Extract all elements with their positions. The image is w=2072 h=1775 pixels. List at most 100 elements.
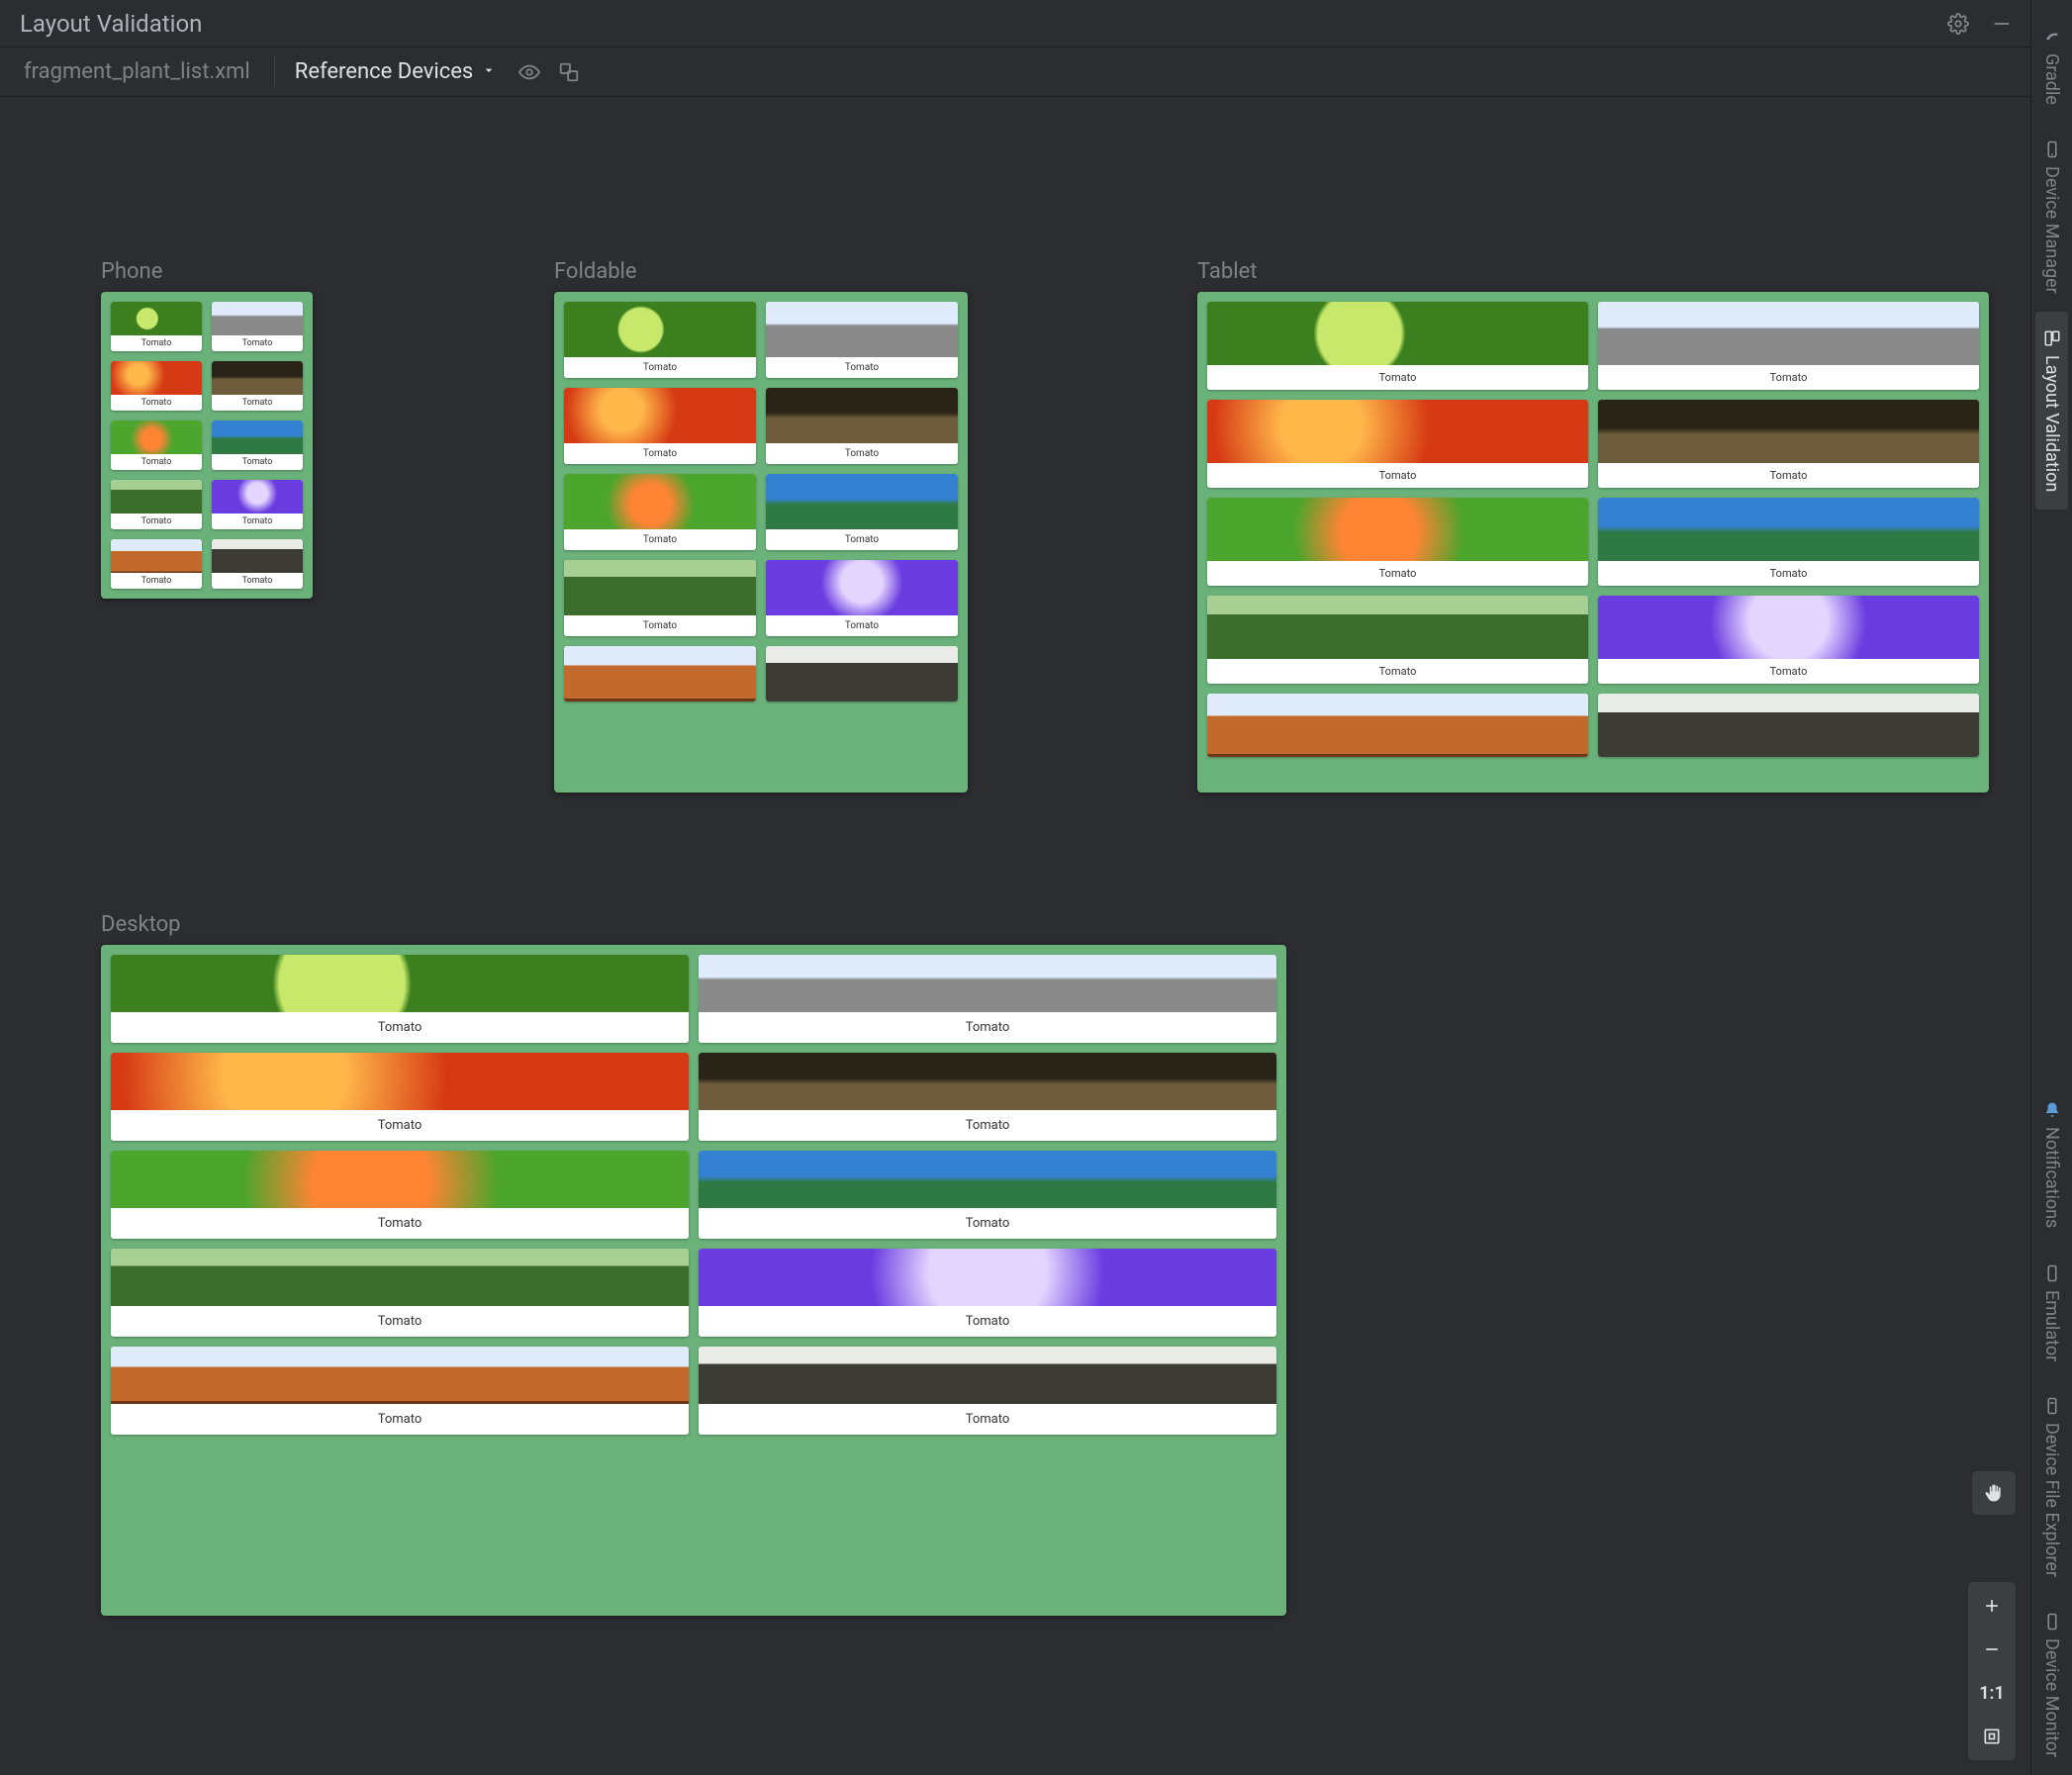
list-item[interactable]: Tomato bbox=[212, 302, 303, 351]
thumbnail bbox=[699, 955, 1276, 1012]
device-frame-phone[interactable]: TomatoTomatoTomatoTomatoTomatoTomatoToma… bbox=[101, 292, 313, 599]
thumbnail bbox=[111, 1249, 689, 1306]
preview-canvas[interactable]: Phone TomatoTomatoTomatoTomatoTomatoToma… bbox=[0, 97, 2030, 1775]
device-frame-tablet[interactable]: TomatoTomatoTomatoTomatoTomatoTomatoToma… bbox=[1197, 292, 1989, 793]
list-item[interactable]: Tomato bbox=[212, 361, 303, 411]
list-item[interactable]: Tomato bbox=[766, 646, 958, 701]
rail-device-manager[interactable]: Device Manager bbox=[2035, 123, 2068, 312]
item-label: Tomato bbox=[111, 514, 202, 529]
reference-devices-dropdown[interactable]: Reference Devices bbox=[289, 55, 504, 88]
list-item[interactable]: Tomato bbox=[111, 302, 202, 351]
list-item[interactable]: Tomato bbox=[1598, 498, 1979, 586]
rail-emulator[interactable]: Emulator bbox=[2035, 1247, 2068, 1379]
zoom-1to1-button[interactable]: 1:1 bbox=[1974, 1675, 2010, 1711]
thumbnail bbox=[111, 539, 202, 573]
rail-device-monitor[interactable]: Device Monitor bbox=[2035, 1595, 2068, 1775]
list-item[interactable]: Tomato bbox=[111, 955, 689, 1043]
item-label: Tomato bbox=[564, 357, 756, 378]
list-item[interactable]: Tomato bbox=[111, 361, 202, 411]
item-label: Tomato bbox=[699, 1012, 1276, 1043]
item-label: Tomato bbox=[1598, 365, 1979, 390]
rail-layout-validation[interactable]: Layout Validation bbox=[2035, 312, 2068, 510]
list-item[interactable]: Tomato bbox=[111, 420, 202, 470]
thumbnail bbox=[111, 480, 202, 514]
pan-tool[interactable] bbox=[1971, 1470, 2017, 1516]
emulator-icon bbox=[2043, 1264, 2061, 1282]
list-item[interactable]: Tomato bbox=[212, 539, 303, 589]
item-label: Tomato bbox=[1598, 659, 1979, 684]
thumbnail bbox=[564, 302, 756, 357]
list-item[interactable]: Tomato bbox=[564, 560, 756, 636]
list-item[interactable]: Tomato bbox=[111, 1151, 689, 1239]
list-item[interactable]: Tomato bbox=[1207, 302, 1588, 390]
list-item[interactable]: Tomato bbox=[699, 1347, 1276, 1435]
thumbnail bbox=[111, 1151, 689, 1208]
device-label: Phone bbox=[101, 259, 313, 284]
list-item[interactable]: Tomato bbox=[766, 474, 958, 550]
thumbnail bbox=[564, 474, 756, 529]
rail-label: Device Manager bbox=[2041, 166, 2062, 294]
list-item[interactable]: Tomato bbox=[766, 388, 958, 464]
list-item[interactable]: Tomato bbox=[111, 1249, 689, 1337]
list-item[interactable]: Tomato bbox=[111, 1347, 689, 1435]
thumbnail bbox=[699, 1151, 1276, 1208]
list-item[interactable]: Tomato bbox=[212, 420, 303, 470]
gear-icon[interactable] bbox=[1945, 11, 1971, 37]
rail-label: Gradle bbox=[2041, 53, 2062, 105]
list-item[interactable]: Tomato bbox=[1207, 596, 1588, 684]
thumbnail bbox=[1207, 400, 1588, 463]
list-item[interactable]: Tomato bbox=[766, 302, 958, 378]
thumbnail bbox=[766, 474, 958, 529]
list-item[interactable]: Tomato bbox=[766, 560, 958, 636]
device-frame-desktop[interactable]: TomatoTomatoTomatoTomatoTomatoTomatoToma… bbox=[101, 945, 1286, 1616]
list-item[interactable]: Tomato bbox=[111, 1053, 689, 1141]
file-tab[interactable]: fragment_plant_list.xml bbox=[14, 53, 260, 90]
thumbnail bbox=[212, 361, 303, 395]
list-item[interactable]: Tomato bbox=[1207, 400, 1588, 488]
list-item[interactable]: Tomato bbox=[1598, 400, 1979, 488]
zoom-out-button[interactable] bbox=[1974, 1632, 2010, 1667]
thumbnail bbox=[699, 1347, 1276, 1404]
list-item[interactable]: Tomato bbox=[564, 474, 756, 550]
monitor-icon bbox=[2043, 1613, 2061, 1631]
rail-device-file-explorer[interactable]: Device File Explorer bbox=[2035, 1379, 2068, 1595]
list-item[interactable]: Tomato bbox=[1598, 694, 1979, 757]
list-item[interactable]: Tomato bbox=[1207, 694, 1588, 757]
thumbnail bbox=[111, 302, 202, 335]
item-label: Tomato bbox=[111, 1404, 689, 1435]
device-group-desktop: Desktop TomatoTomatoTomatoTomatoTomatoTo… bbox=[101, 912, 1286, 1616]
list-item[interactable]: Tomato bbox=[1207, 498, 1588, 586]
toolbar-divider bbox=[274, 56, 275, 88]
zoom-in-button[interactable] bbox=[1974, 1588, 2010, 1624]
list-item[interactable]: Tomato bbox=[564, 388, 756, 464]
list-item[interactable]: Tomato bbox=[111, 539, 202, 589]
compose-preview-icon[interactable] bbox=[556, 59, 582, 85]
list-item[interactable]: Tomato bbox=[1598, 302, 1979, 390]
rail-gradle[interactable]: Gradle bbox=[2035, 10, 2068, 123]
zoom-fit-button[interactable] bbox=[1974, 1719, 2010, 1754]
list-item[interactable]: Tomato bbox=[699, 1053, 1276, 1141]
device-frame-foldable[interactable]: TomatoTomatoTomatoTomatoTomatoTomatoToma… bbox=[554, 292, 968, 793]
thumbnail bbox=[1598, 302, 1979, 365]
thumbnail bbox=[111, 1347, 689, 1404]
rail-notifications[interactable]: Notifications bbox=[2035, 1083, 2068, 1246]
item-label: Tomato bbox=[212, 514, 303, 529]
list-item[interactable]: Tomato bbox=[699, 955, 1276, 1043]
device-group-tablet: Tablet TomatoTomatoTomatoTomatoTomatoTom… bbox=[1197, 259, 1989, 793]
list-item[interactable]: Tomato bbox=[699, 1151, 1276, 1239]
thumbnail bbox=[1207, 694, 1588, 757]
list-item[interactable]: Tomato bbox=[564, 646, 756, 701]
list-item[interactable]: Tomato bbox=[212, 480, 303, 529]
thumbnail bbox=[111, 955, 689, 1012]
list-item[interactable]: Tomato bbox=[1598, 596, 1979, 684]
thumbnail bbox=[766, 560, 958, 615]
item-label: Tomato bbox=[564, 529, 756, 550]
visibility-icon[interactable] bbox=[517, 59, 542, 85]
item-label: Tomato bbox=[1207, 561, 1588, 586]
minimize-icon[interactable] bbox=[1989, 11, 2015, 37]
pan-hand-icon[interactable] bbox=[1976, 1475, 2012, 1511]
list-item[interactable]: Tomato bbox=[699, 1249, 1276, 1337]
item-label: Tomato bbox=[111, 335, 202, 351]
list-item[interactable]: Tomato bbox=[111, 480, 202, 529]
list-item[interactable]: Tomato bbox=[564, 302, 756, 378]
